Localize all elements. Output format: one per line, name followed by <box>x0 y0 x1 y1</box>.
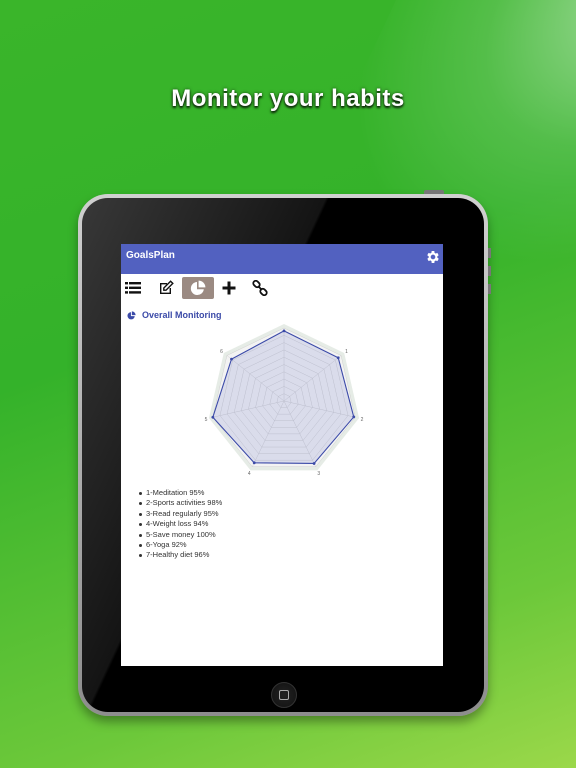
legend-item: 4-Weight loss 94% <box>139 519 222 529</box>
legend-item: 5-Save money 100% <box>139 530 222 540</box>
radar-axis-label: 3 <box>317 471 320 477</box>
tab-links[interactable] <box>244 277 276 299</box>
pie-chart-icon <box>127 310 136 319</box>
power-button <box>424 190 444 194</box>
radar-chart: 7 1 2 3 4 5 6 <box>205 324 364 477</box>
toolbar <box>121 274 443 302</box>
radar-point <box>352 415 356 419</box>
volume-button-extra <box>488 284 491 294</box>
legend-item: 6-Yoga 92% <box>139 540 222 550</box>
tab-add[interactable] <box>213 277 245 299</box>
link-icon <box>252 280 268 296</box>
radar-point <box>312 462 316 465</box>
home-button[interactable] <box>271 682 297 708</box>
radar-axis-label: 4 <box>248 471 251 477</box>
list-icon <box>125 282 141 294</box>
section-title: Overall Monitoring <box>142 310 222 320</box>
home-square-icon <box>279 690 289 700</box>
app-title: GoalsPlan <box>126 250 175 261</box>
radar-point <box>336 356 340 360</box>
app-bar: GoalsPlan <box>121 244 443 274</box>
tab-edit[interactable] <box>150 277 182 299</box>
chart-legend: 1-Meditation 95% 2-Sports activities 98% 3… <box>139 488 222 561</box>
radar-axis-label: 1 <box>345 349 348 355</box>
radar-axis-label: 6 <box>220 349 223 355</box>
volume-button-bottom <box>488 266 491 276</box>
plus-icon <box>222 281 236 295</box>
section-header: Overall Monitoring <box>127 310 222 320</box>
app-screen: GoalsPlan Overall Monitoring 1 2 3 4 5 6… <box>121 244 443 666</box>
tab-monitoring[interactable] <box>182 277 214 299</box>
gear-icon[interactable] <box>425 249 441 265</box>
tab-list[interactable] <box>121 277 149 299</box>
legend-item: 3-Read regularly 95% <box>139 509 222 519</box>
radar-axis-label: 2 <box>361 417 364 423</box>
radar-axis-label: 5 <box>205 417 208 423</box>
radar-point <box>211 415 215 419</box>
radar-point <box>282 329 286 333</box>
edit-icon <box>160 280 174 294</box>
legend-item: 2-Sports activities 98% <box>139 498 222 508</box>
radar-point <box>230 357 233 361</box>
pie-chart-icon <box>190 280 206 295</box>
legend-item: 7-Healthy diet 96% <box>139 550 222 560</box>
radar-axis-label: 7 <box>283 324 286 325</box>
radar-point <box>252 461 256 465</box>
volume-button-top <box>488 248 491 258</box>
legend-item: 1-Meditation 95% <box>139 488 222 498</box>
promo-headline: Monitor your habits <box>171 85 405 112</box>
